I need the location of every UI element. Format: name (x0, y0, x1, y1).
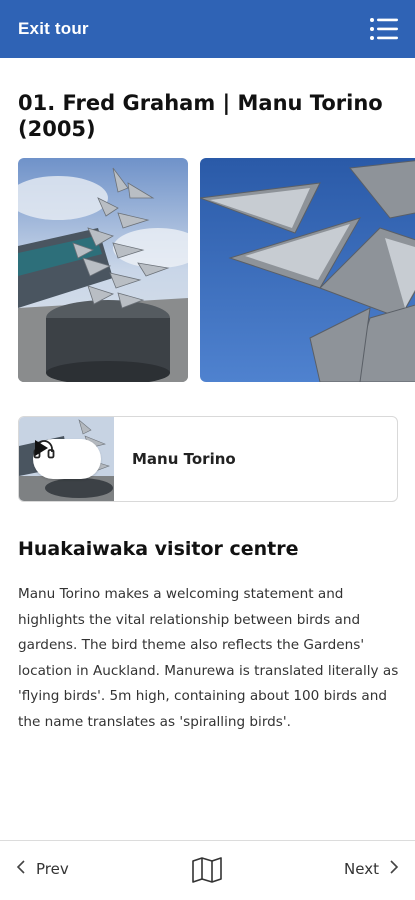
prev-label: Prev (36, 860, 69, 878)
chevron-left-icon (16, 859, 26, 879)
audio-track-title: Manu Torino (132, 450, 236, 468)
play-audio-button[interactable] (33, 439, 101, 479)
prev-button[interactable]: Prev (16, 859, 69, 879)
photo-gallery[interactable] (18, 158, 415, 382)
sculpture-closeup-photo[interactable] (200, 158, 415, 382)
page-title: 01. Fred Graham | Manu Torino (2005) (18, 91, 383, 141)
sculpture-photo[interactable] (18, 158, 188, 382)
app-bar: Exit tour (0, 0, 415, 58)
section-description: Manu Torino makes a welcoming statement … (18, 586, 399, 730)
next-button[interactable]: Next (344, 859, 399, 879)
audio-thumbnail (19, 417, 114, 501)
bottom-navigation: Prev Next (0, 840, 415, 900)
list-menu-icon[interactable] (369, 16, 399, 42)
audio-track-card[interactable]: Manu Torino (18, 416, 398, 502)
next-label: Next (344, 860, 379, 878)
section-heading: Huakaiwaka visitor centre (18, 538, 299, 560)
chevron-right-icon (389, 859, 399, 879)
exit-tour-button[interactable]: Exit tour (18, 19, 89, 39)
map-icon[interactable] (191, 857, 223, 883)
